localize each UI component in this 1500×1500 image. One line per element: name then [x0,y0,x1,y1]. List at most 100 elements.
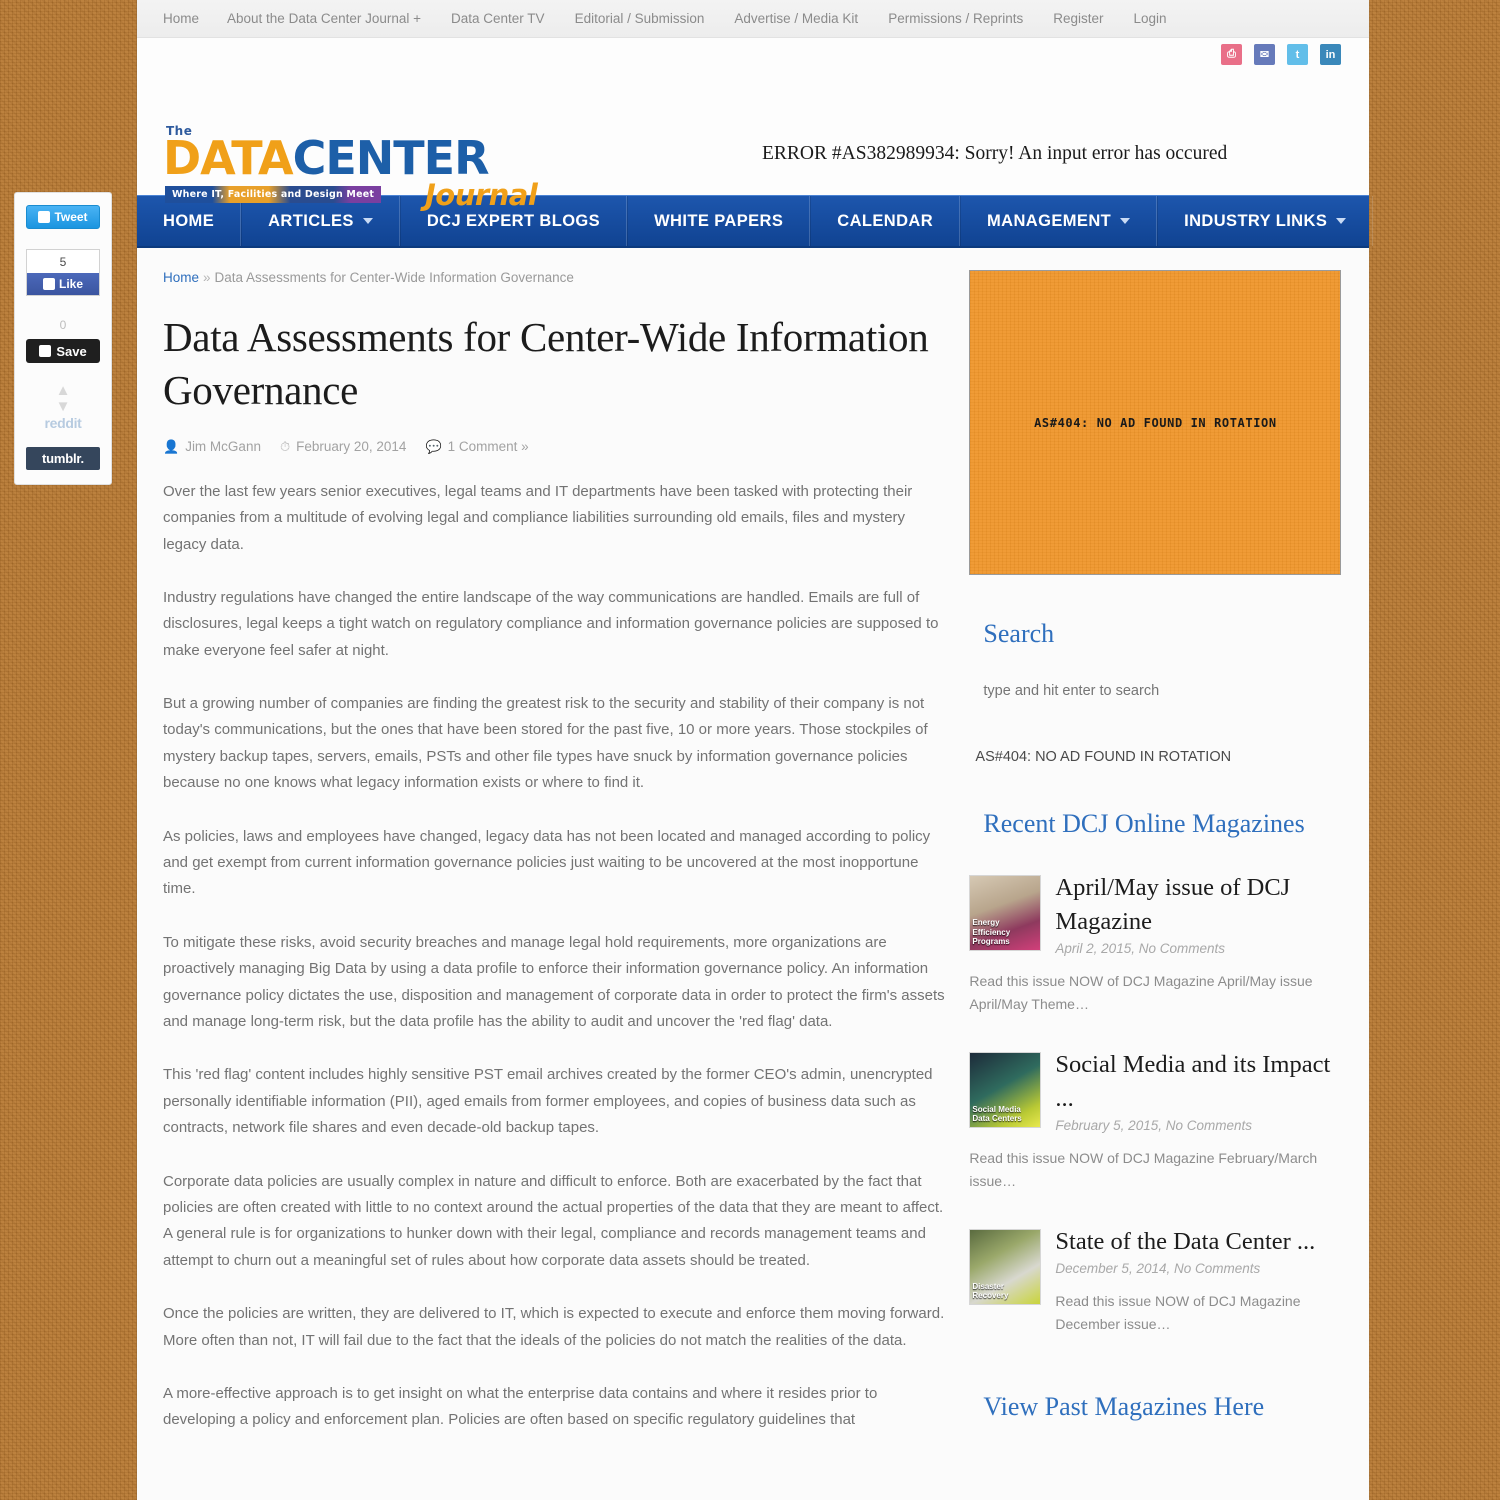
user-icon: 👤 [163,438,180,454]
nav-label-calendar: CALENDAR [837,211,934,230]
nav-item-calendar[interactable]: CALENDAR [810,196,961,246]
meta-date-label: February 20, 2014 [296,439,407,455]
topnav-item-editorial[interactable]: Editorial / Submission [575,11,705,26]
article-paragraph: Over the last few years senior executive… [163,482,913,553]
upvote-arrow-icon[interactable]: ▲ [32,383,94,399]
nav-label-home: HOME [163,211,215,230]
thumbs-up-icon [42,278,55,290]
facebook-like-button[interactable]: Like [27,273,99,295]
facebook-like-widget: 5 Like [26,249,100,296]
magazine-thumbnail[interactable]: Disaster Recovery [969,1229,1042,1306]
magazine-thumbnail[interactable]: Energy Efficiency Programs [969,875,1042,951]
magazine-body: State of the Data Center ... December 5,… [1055,1228,1343,1336]
nav-label-white-papers: WHITE PAPERS [654,211,784,230]
error-message: ERROR #AS382989934: Sorry! An input erro… [762,143,1228,164]
logo-tagline: Where IT, Facilities and Design Meet [165,186,382,203]
social-share-rail: Tweet 5 Like 0 Save ▲ ▼ reddit tumblr. [14,192,112,485]
comment-icon: 💬 [425,438,442,454]
tweet-button[interactable]: Tweet [26,205,100,229]
recent-magazines-heading: Recent DCJ Online Magazines [983,809,1305,838]
clock-icon: ⏱ [279,438,291,454]
magazine-title[interactable]: State of the Data Center ... [1055,1225,1343,1259]
twitter-icon[interactable]: t [1287,44,1308,65]
magazine-thumbnail[interactable]: Social Media Data Centers [969,1052,1042,1129]
print-icon[interactable]: ⎙ [1221,44,1242,65]
pinterest-save-count: 0 [59,318,67,332]
topnav-item-about[interactable]: About the Data Center Journal + [227,11,421,26]
meta-author[interactable]: 👤 Jim McGann [163,439,261,455]
logo-data: DATA [163,131,294,185]
topnav-item-register[interactable]: Register [1053,11,1103,26]
magazine-body: April/May issue of DCJ Magazine April 2,… [1055,874,1343,956]
meta-comments[interactable]: 💬 1 Comment » [425,439,528,455]
linkedin-icon[interactable]: in [1320,44,1341,65]
article-paragraph: A more-effective approach is to get insi… [163,1384,878,1429]
article-paragraph: But a growing number of companies are fi… [163,695,928,792]
tumblr-button-label: tumblr. [42,450,84,466]
magazine-title[interactable]: April/May issue of DCJ Magazine [1055,871,1343,939]
view-past-magazines-link[interactable]: View Past Magazines Here [983,1392,1343,1422]
utility-navbar: Home About the Data Center Journal + Dat… [137,0,1369,38]
pinterest-save-label: Save [56,343,87,359]
topnav-item-home[interactable]: Home [163,11,199,26]
search-input[interactable] [969,677,1342,705]
tumblr-button[interactable]: tumblr. [26,446,100,470]
chevron-down-icon [1336,218,1347,224]
breadcrumb: Home » Data Assessments for Center-Wide In… [163,270,945,285]
pinterest-icon [39,345,52,357]
magazine-title[interactable]: Social Media and its Impact ... [1055,1048,1343,1116]
nav-label-industry-links: INDUSTRY LINKS [1184,211,1328,230]
sidebar-ad-banner[interactable]: AS#404: NO AD FOUND IN ROTATION [969,270,1342,575]
magazine-list-item: Disaster Recovery State of the Data Cent… [969,1228,1343,1336]
search-heading: Search [983,619,1055,648]
reddit-widget: ▲ ▼ reddit [32,383,94,431]
newsletter-icon[interactable]: ✉ [1254,44,1275,65]
article-paragraph: As policies, laws and employees have cha… [163,827,931,898]
facebook-like-label: Like [58,277,83,291]
tweet-button-label: Tweet [54,210,88,224]
page-title: Data Assessments for Center-Wide Informa… [163,314,929,413]
chevron-down-icon [1120,218,1131,224]
downvote-arrow-icon[interactable]: ▼ [32,398,94,415]
topnav-item-datacentertv[interactable]: Data Center TV [451,11,545,26]
nav-label-articles: ARTICLES [268,211,354,230]
article-column: Home» Data Assessments for Center-Wide In… [163,270,945,1461]
nav-item-industry-links[interactable]: INDUSTRY LINKS [1157,196,1374,246]
magazine-date: April 2, 2015, No Comments [1055,940,1225,956]
sidebar-ad-banner-text: AS#404: NO AD FOUND IN ROTATION [1034,415,1277,430]
article-body: Over the last few years senior executive… [163,479,945,1434]
logo-center: CENTER [292,131,490,185]
article-paragraph: Corporate data policies are usually comp… [163,1172,944,1269]
article-paragraph: Industry regulations have changed the en… [163,588,939,659]
topnav-item-advertise[interactable]: Advertise / Media Kit [734,11,858,26]
breadcrumb-current: Data Assessments for Center-Wide Informa… [214,270,574,285]
facebook-like-count: 5 [27,250,99,273]
meta-date: ⏱ February 20, 2014 [280,439,406,455]
pinterest-widget: 0 Save [26,318,100,363]
topnav-item-login[interactable]: Login [1134,11,1167,26]
magazine-thumbnail-label: Social Media Data Centers [972,1104,1022,1123]
magazine-thumbnail-label: Energy Efficiency Programs [972,918,1011,946]
topnav-item-permissions[interactable]: Permissions / Reprints [888,11,1023,26]
meta-author-label: Jim McGann [185,439,261,455]
nav-item-management[interactable]: MANAGEMENT [960,196,1158,246]
breadcrumb-separator: » [203,270,211,285]
site-logo[interactable]: The DATACENTER Where IT, Facilities and … [163,124,553,212]
sidebar-ad-text: AS#404: NO AD FOUND IN ROTATION [975,749,1232,765]
meta-comments-label: 1 Comment » [447,439,529,455]
logo-journal: Journal [425,178,538,212]
pinterest-save-button[interactable]: Save [26,339,100,363]
magazine-date: February 5, 2015, No Comments [1055,1117,1252,1133]
article-paragraph: To mitigate these risks, avoid security … [163,933,945,1030]
magazine-excerpt: Read this issue NOW of DCJ Magazine Dece… [1055,1292,1301,1333]
header-share-icons: ⎙ ✉ t in [1221,44,1341,65]
article-paragraph: Once the policies are written, they are … [163,1305,945,1349]
nav-label-dcj-expert-blogs: DCJ EXPERT BLOGS [426,211,601,230]
chevron-down-icon [362,218,373,224]
nav-label-management: MANAGEMENT [987,211,1112,230]
reddit-label[interactable]: reddit [32,415,94,431]
magazine-excerpt: Read this issue NOW of DCJ Magazine Apri… [969,972,1313,1012]
content-area: Home» Data Assessments for Center-Wide In… [137,248,1369,1461]
breadcrumb-home[interactable]: Home [163,270,199,285]
nav-item-white-papers[interactable]: WHITE PAPERS [627,196,811,246]
